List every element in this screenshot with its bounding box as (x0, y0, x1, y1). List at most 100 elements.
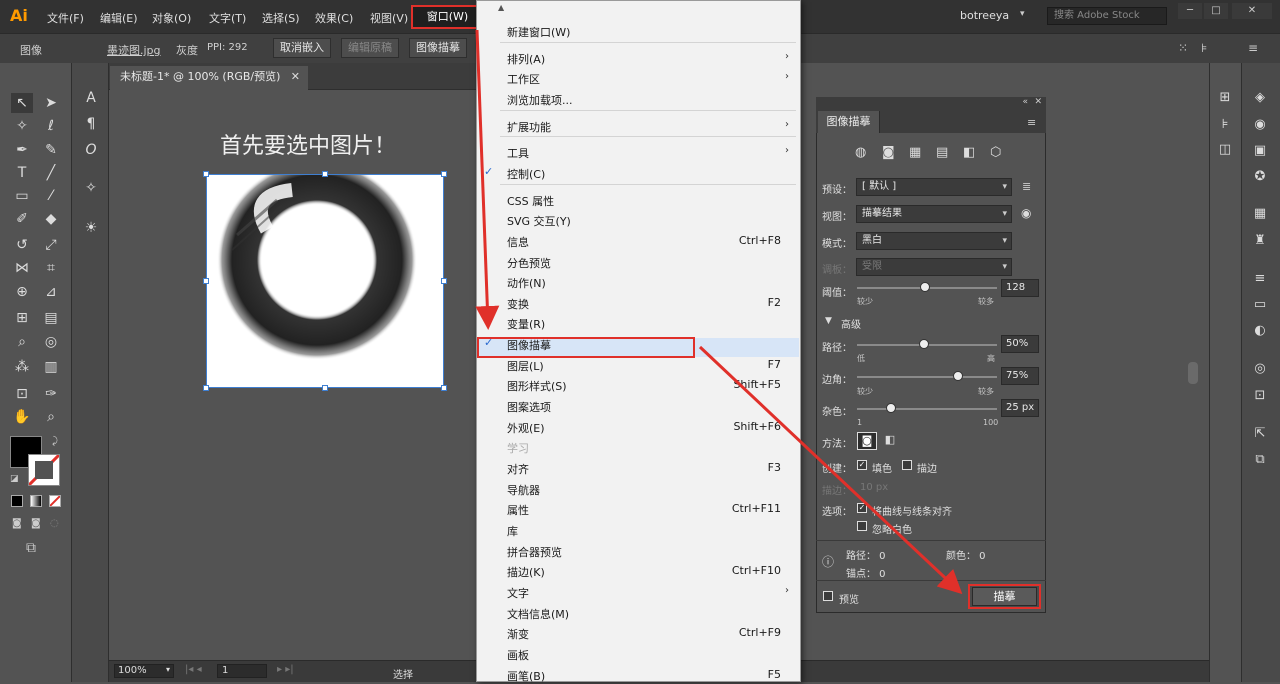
menu-item[interactable]: 库 (476, 521, 799, 539)
menu-item[interactable]: 浏览加载项... (476, 90, 799, 108)
menu-item[interactable]: 图层(L) F7 (476, 356, 799, 374)
hand-tool-icon[interactable]: ✋ (11, 407, 33, 427)
menu-select[interactable]: 选择(S) (262, 10, 300, 26)
paragraph-panel-icon[interactable]: ¶ (80, 114, 102, 134)
menu-item[interactable]: 渐变 Ctrl+F9 (476, 624, 799, 642)
scale-tool-icon[interactable]: ⤢ (40, 235, 62, 255)
color-mode-icon[interactable] (11, 495, 23, 507)
screen-mode-icon[interactable]: ⧉ (26, 540, 36, 556)
menu-item[interactable]: ✓ 控制(C) (476, 164, 799, 182)
stroke-width-value[interactable]: 10 px (860, 482, 888, 493)
layers-icon[interactable]: ◈ (1250, 89, 1270, 107)
menu-item[interactable]: 画笔(B) F5 (476, 666, 799, 684)
graph-tool-icon[interactable]: ▥ (40, 357, 62, 377)
menu-item[interactable]: 导航器 (476, 480, 799, 498)
swatches-icon[interactable]: ▦ (1250, 205, 1270, 223)
transparency-icon[interactable]: ◐ (1250, 322, 1270, 340)
document-tab[interactable]: 未标题-1* @ 100% (RGB/预览) ✕ (110, 66, 308, 90)
preset-select[interactable]: [ 默认 ] ▾ (856, 178, 1012, 196)
rectangle-tool-icon[interactable]: ▭ (11, 186, 33, 206)
menu-item[interactable]: CSS 属性 (476, 191, 799, 209)
color-icon[interactable]: ◉ (1250, 116, 1270, 134)
control-filename[interactable]: 墨迹图.jpg (107, 42, 161, 58)
arrange-icon[interactable]: ⁙ (1178, 41, 1188, 55)
low-color-icon[interactable]: ▦ (909, 145, 921, 160)
mesh-tool-icon[interactable]: ⊞ (11, 308, 33, 328)
gradient-tool-icon[interactable]: ▤ (40, 308, 62, 328)
libraries-icon[interactable]: ▣ (1250, 142, 1270, 160)
minimize-button[interactable]: ─ (1178, 3, 1202, 19)
view-select[interactable]: 描摹结果 ▾ (856, 205, 1012, 223)
close-tab-icon[interactable]: ✕ (291, 66, 300, 88)
shape-builder-tool-icon[interactable]: ⊕ (11, 282, 33, 302)
noise-value[interactable]: 25 px (1001, 399, 1039, 417)
swap-colors-icon[interactable]: ⤸ (52, 436, 58, 447)
shaper-tool-icon[interactable]: ✐ (11, 209, 33, 229)
menu-view[interactable]: 视图(V) (370, 10, 408, 26)
palette-select[interactable]: 受限 ▾ (856, 258, 1012, 276)
width-tool-icon[interactable]: ⋈ (11, 258, 33, 278)
char-panel-icon[interactable]: A (80, 88, 102, 108)
corners-slider[interactable] (857, 376, 997, 378)
menu-item[interactable]: 学习 (476, 438, 799, 456)
graphic-styles-icon[interactable]: ⊡ (1250, 387, 1270, 405)
resize-handle[interactable] (441, 171, 447, 177)
menu-item[interactable]: 描边(K) Ctrl+F10 (476, 562, 799, 580)
eraser-tool-icon[interactable]: ◆ (40, 209, 62, 229)
menu-type[interactable]: 文字(T) (209, 10, 246, 26)
scrollbar-thumb[interactable] (1188, 362, 1198, 384)
placed-image[interactable] (206, 174, 444, 388)
high-color-icon[interactable]: ◙ (882, 145, 895, 160)
trace-button[interactable]: 描摹 (972, 587, 1037, 606)
edit-original-button[interactable]: 编辑原稿 (341, 38, 399, 58)
menu-item[interactable]: 拼合器预览 (476, 542, 799, 560)
menu-item[interactable]: 排列(A) › (476, 49, 799, 67)
symbol-sprayer-tool-icon[interactable]: ⁂ (11, 357, 33, 377)
menu-item[interactable]: 变量(R) (476, 314, 799, 332)
resize-handle[interactable] (322, 171, 328, 177)
direct-selection-tool-icon[interactable]: ➤ (40, 93, 62, 113)
chevron-down-icon[interactable]: ▾ (1020, 9, 1025, 19)
image-trace-button[interactable]: 图像描摹 (409, 38, 467, 58)
menu-item[interactable]: 变换 F2 (476, 294, 799, 312)
artboards-icon[interactable]: ⊞ (1215, 89, 1235, 107)
grayscale-icon[interactable]: ▤ (936, 145, 948, 160)
resize-handle[interactable] (203, 171, 209, 177)
maximize-button[interactable]: □ (1204, 3, 1228, 19)
menu-item[interactable]: 新建窗口(W) (476, 22, 799, 40)
chevron-down-icon[interactable]: ▼ (825, 316, 832, 326)
menu-item[interactable]: 图案选项 (476, 397, 799, 415)
ignore-white-checkbox[interactable] (857, 521, 867, 531)
abutting-method-icon[interactable]: ◙ (857, 432, 877, 450)
menu-item[interactable]: 动作(N) (476, 273, 799, 291)
overlapping-method-icon[interactable]: ◧ (880, 432, 900, 450)
menu-edit[interactable]: 编辑(E) (100, 10, 138, 26)
advanced-toggle[interactable]: 高级 (841, 316, 861, 331)
export-icon[interactable]: ⇱ (1250, 425, 1270, 443)
menu-item[interactable]: 文档信息(M) (476, 604, 799, 622)
symbols-icon[interactable]: ✪ (1250, 168, 1270, 186)
eye-icon[interactable]: ◉ (1021, 206, 1031, 220)
menu-object[interactable]: 对象(O) (152, 10, 191, 26)
default-colors-icon[interactable]: ◪ (10, 474, 19, 484)
asset-export-icon[interactable]: ⧉ (1250, 451, 1270, 469)
menu-effect[interactable]: 效果(C) (315, 10, 353, 26)
artboard-tool-icon[interactable]: ⊡ (11, 384, 33, 404)
rotate-tool-icon[interactable]: ↺ (11, 235, 33, 255)
pathfinder-icon[interactable]: ◫ (1215, 141, 1235, 159)
slice-tool-icon[interactable]: ✑ (40, 384, 62, 404)
menu-item[interactable]: 属性 Ctrl+F11 (476, 500, 799, 518)
resize-handle[interactable] (441, 278, 447, 284)
menu-item[interactable]: 对齐 F3 (476, 459, 799, 477)
close-panel-icon[interactable]: ✕ (1034, 97, 1042, 107)
threshold-knob[interactable] (920, 282, 930, 292)
menu-item[interactable]: 扩展功能 › (476, 117, 799, 135)
outline-icon[interactable]: ⬡ (990, 145, 1001, 160)
gradient-panel-icon[interactable]: ▭ (1250, 296, 1270, 314)
paths-value[interactable]: 50% (1001, 335, 1039, 353)
resize-handle[interactable] (203, 278, 209, 284)
zoom-tool-icon[interactable]: ⌕ (40, 407, 62, 427)
collapse-icon[interactable]: « (1022, 97, 1028, 107)
blend-tool-icon[interactable]: ◎ (40, 332, 62, 352)
align-panel-icon[interactable]: ⊧ (1215, 116, 1235, 134)
